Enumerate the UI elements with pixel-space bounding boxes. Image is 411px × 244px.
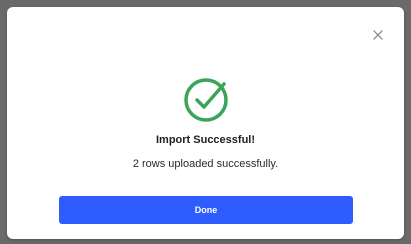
close-button[interactable] <box>370 27 386 43</box>
close-icon <box>373 30 383 40</box>
dialog-title: Import Successful! <box>155 134 256 146</box>
import-success-dialog: Import Successful! 2 rows uploaded succe… <box>7 7 404 239</box>
check-circle-icon <box>184 78 228 122</box>
dialog-message: 2 rows uploaded successfully. <box>132 158 279 170</box>
done-button[interactable]: Done <box>59 196 353 224</box>
